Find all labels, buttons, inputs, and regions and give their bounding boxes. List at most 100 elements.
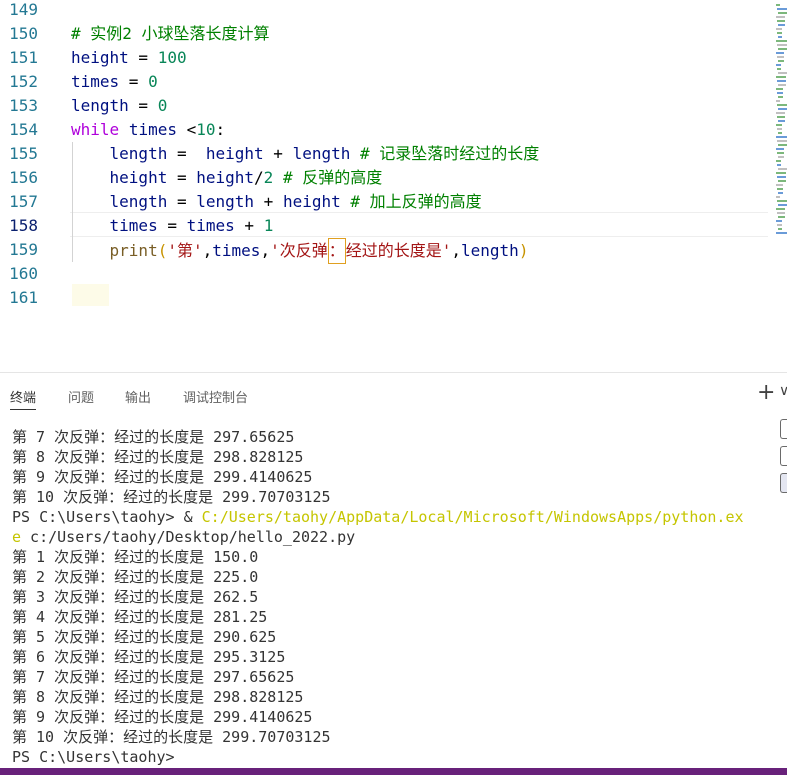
panel-tabs: 终端 问题 输出 调试控制台 xyxy=(0,373,760,413)
terminal-line: 第 10 次反弹：经过的长度是 299.70703125 xyxy=(12,487,772,507)
minimap-line xyxy=(777,68,781,70)
minimap-line xyxy=(776,136,787,138)
code-token: # 加上反弹的高度 xyxy=(350,192,482,211)
tab-output[interactable]: 输出 xyxy=(125,387,151,406)
code-line[interactable]: 158 times = times + 1 xyxy=(0,214,770,238)
line-number: 159 xyxy=(9,240,38,259)
line-number: 152 xyxy=(9,72,38,91)
code-line[interactable]: 153 length = 0 xyxy=(0,94,770,118)
terminal-line: 第 9 次反弹：经过的长度是 299.4140625 xyxy=(12,707,772,727)
terminal-instance-icon[interactable] xyxy=(780,419,787,439)
minimap-line xyxy=(776,208,785,210)
code-token: ) xyxy=(518,241,529,260)
code-token: + xyxy=(263,144,293,163)
minimap-line xyxy=(776,112,785,114)
minimap-line xyxy=(776,28,782,30)
tab-debug-console[interactable]: 调试控制台 xyxy=(183,387,248,406)
code-token: 1 xyxy=(263,216,274,235)
code-line[interactable]: 159 print('第',times,'次反弹：经过的长度是',length) xyxy=(0,238,770,264)
chevron-down-icon[interactable]: ∨ xyxy=(779,383,787,399)
code-line[interactable]: 155 length = height + length # 记录坠落时经过的长… xyxy=(0,142,770,166)
code-token: = xyxy=(128,48,158,67)
terminal-line: 第 1 次反弹：经过的长度是 150.0 xyxy=(12,547,772,567)
terminal-output[interactable]: 第 7 次反弹：经过的长度是 297.65625 第 8 次反弹：经过的长度是 2… xyxy=(12,427,772,767)
code-token: length xyxy=(196,192,255,211)
minimap-line xyxy=(777,140,787,142)
line-number: 160 xyxy=(9,264,38,283)
code-line[interactable]: 151 height = 100 xyxy=(0,46,770,70)
code-token: = xyxy=(167,168,197,187)
terminal-line: 第 2 次反弹：经过的长度是 225.0 xyxy=(12,567,772,587)
minimap-line xyxy=(777,80,786,82)
line-number: 153 xyxy=(9,96,38,115)
code-token: = xyxy=(167,144,206,163)
line-number: 157 xyxy=(9,192,38,211)
code-line[interactable]: 160 xyxy=(0,262,770,286)
code-token: 0 xyxy=(157,96,168,115)
code-text: # 实例2 小球坠落长度计算 xyxy=(71,22,270,46)
code-text: length = height + length # 记录坠落时经过的长度 xyxy=(71,142,540,166)
line-number: 154 xyxy=(9,120,38,139)
code-line[interactable]: 150 # 实例2 小球坠落长度计算 xyxy=(0,22,770,46)
minimap-line xyxy=(777,152,784,154)
code-text: length = 0 xyxy=(71,94,167,118)
new-terminal-plus-icon[interactable]: + xyxy=(757,381,775,405)
minimap-line xyxy=(777,56,784,58)
code-line[interactable]: 154 while times <10: xyxy=(0,118,770,142)
minimap-line xyxy=(776,88,783,90)
code-line[interactable]: 157 length = length + height # 加上反弹的高度 xyxy=(0,190,770,214)
minimap-line xyxy=(778,108,787,110)
minimap-line xyxy=(778,48,787,50)
code-token: , xyxy=(451,241,462,260)
tab-terminal[interactable]: 终端 xyxy=(10,387,37,410)
minimap-line xyxy=(776,40,787,42)
terminal-text: 第 8 次反弹：经过的长度是 298.828125 xyxy=(12,688,304,706)
code-text: times = 0 xyxy=(71,70,158,94)
minimap-line xyxy=(777,44,787,46)
minimap-line xyxy=(776,124,782,126)
text-cursor-selection: ： xyxy=(327,238,346,264)
terminal-instance-icon[interactable] xyxy=(780,446,787,466)
minimap-line xyxy=(777,212,785,214)
code-token: times xyxy=(71,72,120,91)
minimap-line xyxy=(778,168,787,170)
terminal-text: 第 5 次反弹：经过的长度是 290.625 xyxy=(12,628,277,646)
terminal-instance-icon[interactable] xyxy=(780,473,787,493)
code-token: height xyxy=(196,168,255,187)
terminal-line: PS C:\Users\taohy> & C:/Users/taohy/AppD… xyxy=(12,507,772,527)
code-editor[interactable]: 149 150 # 实例2 小球坠落长度计算 151 height = 100 152 ti… xyxy=(0,0,787,372)
code-token: length xyxy=(71,96,129,115)
minimap-line xyxy=(778,12,787,14)
code-token: , xyxy=(202,241,213,260)
code-token: # 实例2 小球坠落长度计算 xyxy=(71,24,270,43)
terminal-path: e xyxy=(12,528,22,546)
code-token: = xyxy=(128,96,158,115)
tab-problems[interactable]: 问题 xyxy=(68,387,94,406)
minimap[interactable] xyxy=(774,0,787,240)
code-line[interactable]: 149 xyxy=(0,0,770,22)
minimap-line xyxy=(776,64,781,66)
terminal-line: 第 7 次反弹：经过的长度是 297.65625 xyxy=(12,667,772,687)
code-line[interactable]: 156 height = height/2 # 反弹的高度 xyxy=(0,166,770,190)
code-line[interactable]: 152 times = 0 xyxy=(0,70,770,94)
code-line[interactable]: 161 xyxy=(0,286,770,310)
code-token: height xyxy=(205,144,264,163)
terminal-text: 第 6 次反弹：经过的长度是 295.3125 xyxy=(12,648,286,666)
code-token: = xyxy=(167,192,197,211)
minimap-line xyxy=(777,176,786,178)
code-token: length xyxy=(292,144,351,163)
code-token: times xyxy=(109,216,158,235)
code-token: times xyxy=(212,241,261,260)
code-token: # 反弹的高度 xyxy=(282,168,383,187)
code-token: height xyxy=(109,168,168,187)
minimap-line xyxy=(778,24,785,26)
minimap-line xyxy=(777,92,783,94)
code-token: length xyxy=(461,241,519,260)
line-number: 149 xyxy=(9,0,38,19)
terminal-line: 第 3 次反弹：经过的长度是 262.5 xyxy=(12,587,772,607)
code-token: while xyxy=(71,120,120,139)
minimap-line xyxy=(776,16,785,18)
